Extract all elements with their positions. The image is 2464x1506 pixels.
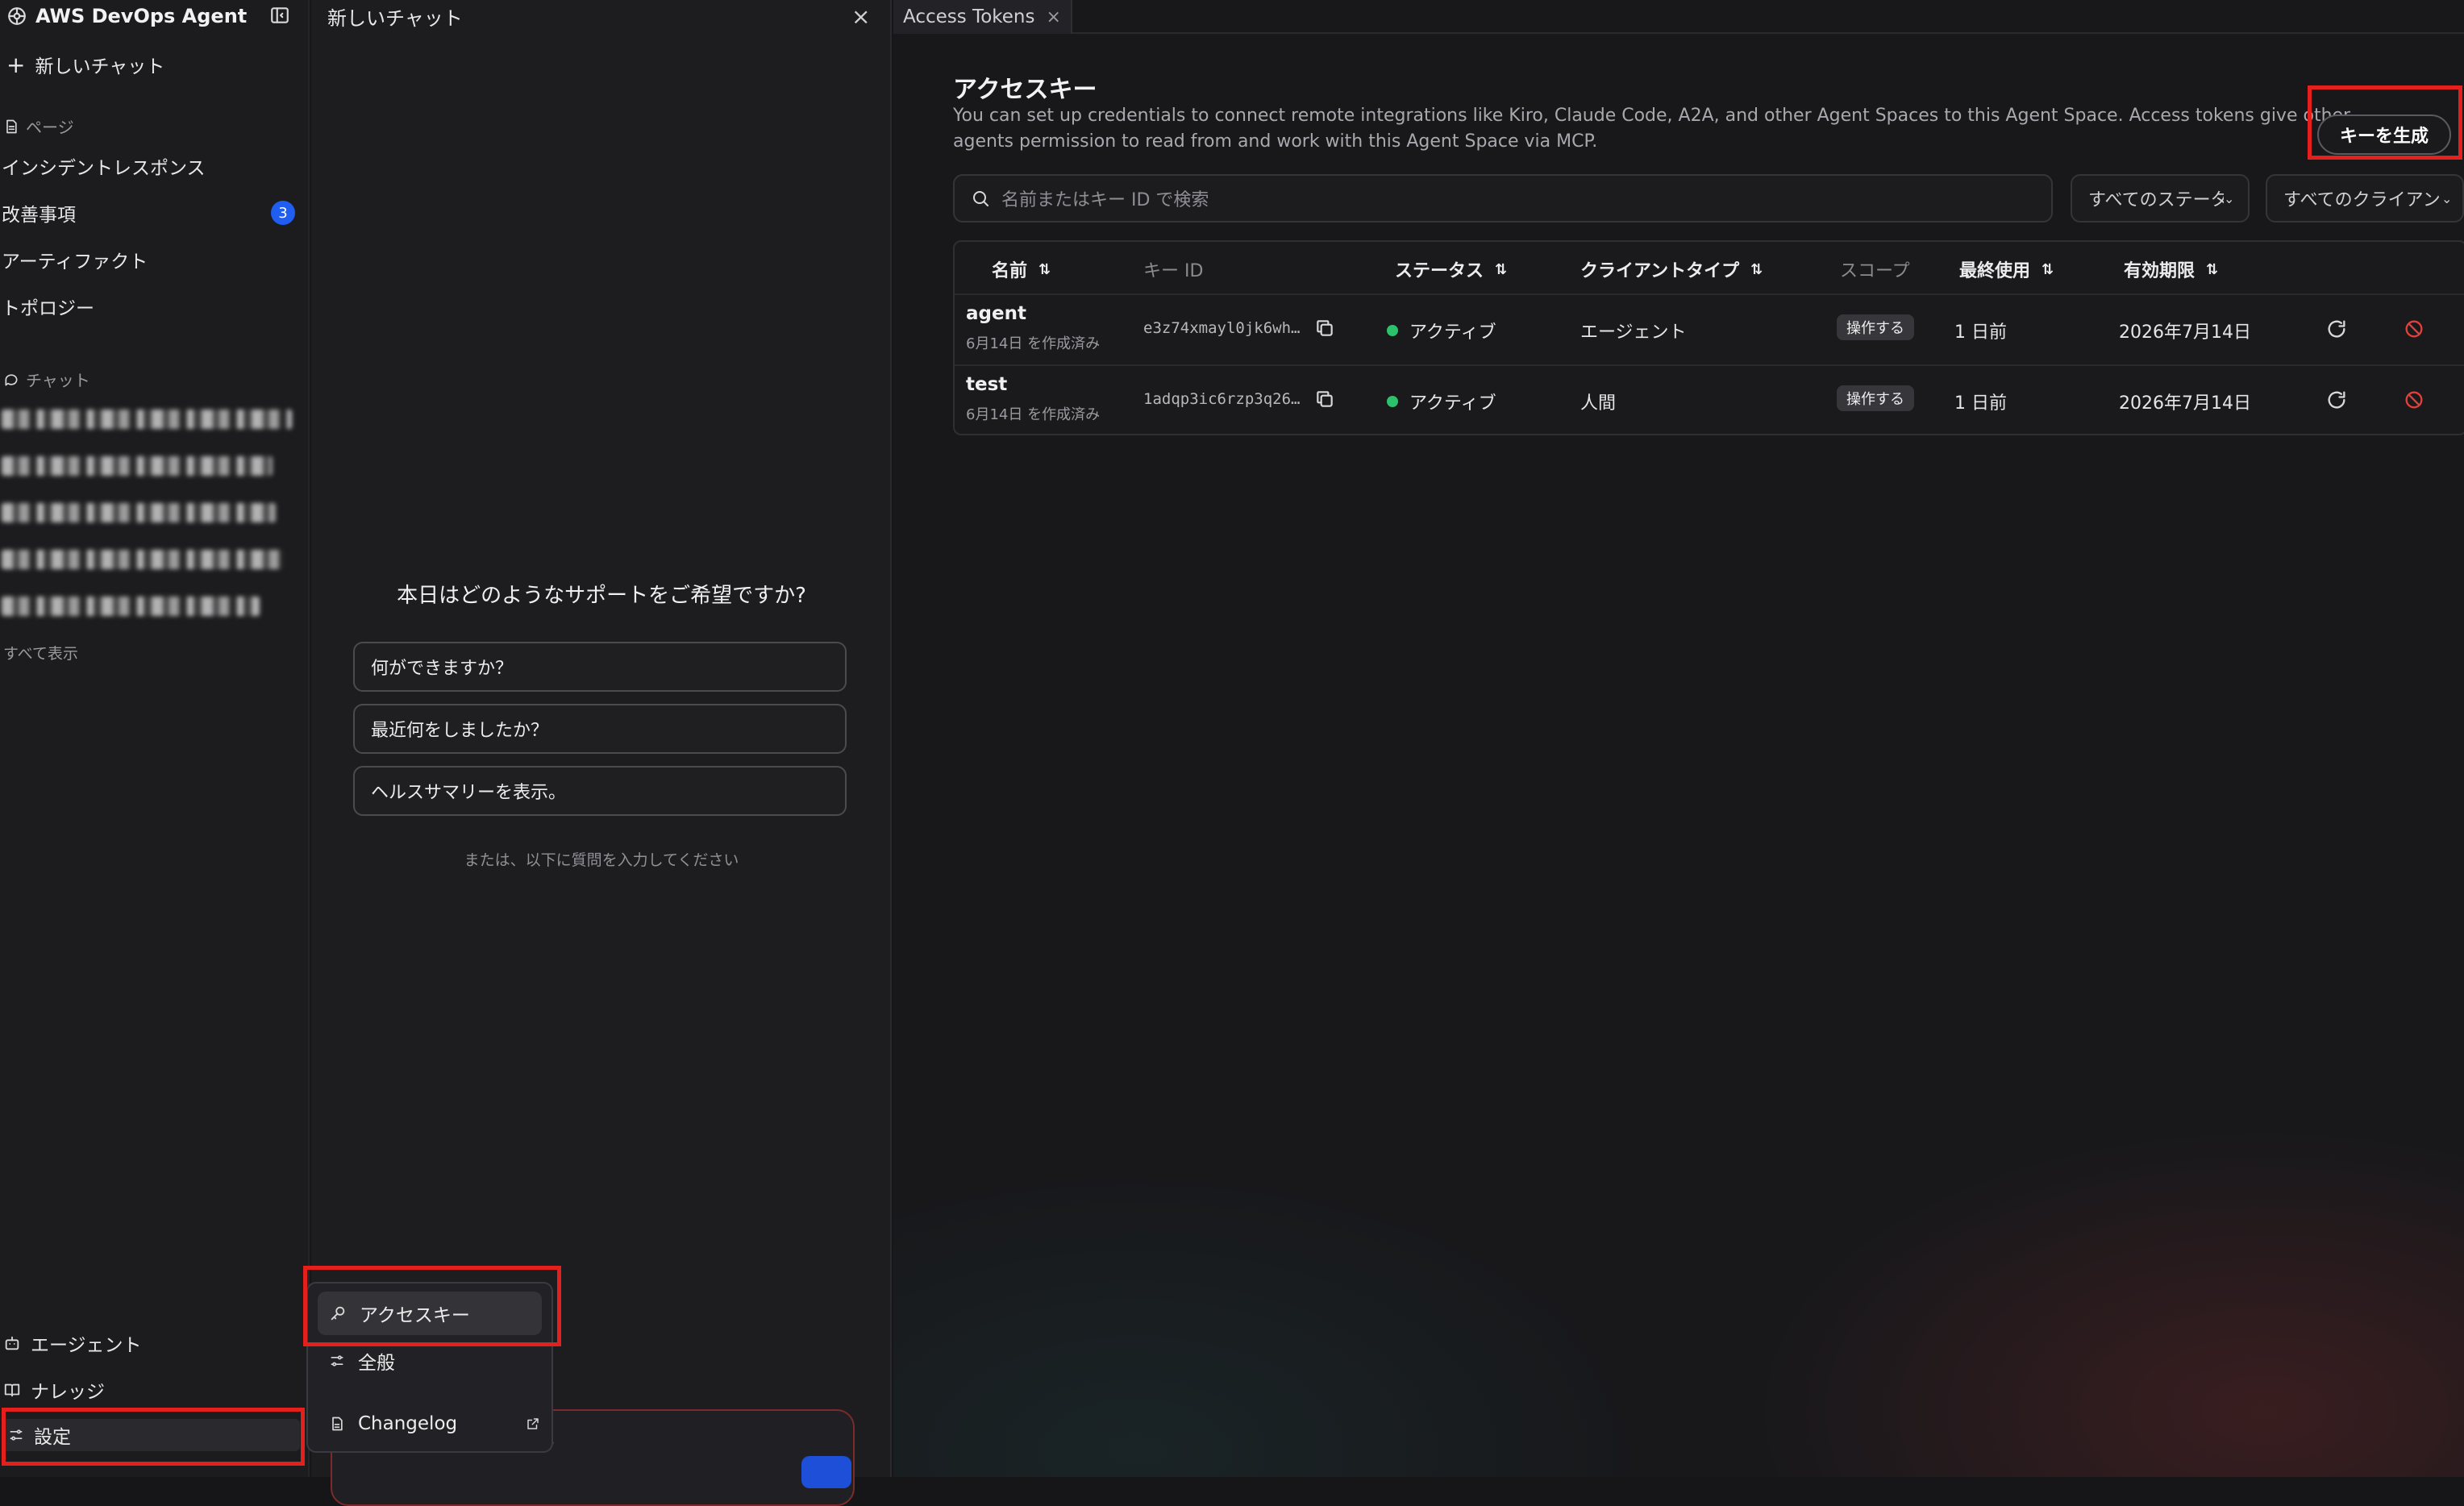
chat-section-label: チャット bbox=[3, 368, 90, 391]
key-created: 6月14日 を作成済み bbox=[966, 406, 1101, 423]
column-header-last-used[interactable]: 最終使用 ⇅ bbox=[1959, 256, 2054, 282]
chat-history-item[interactable] bbox=[2, 550, 284, 569]
column-header-name[interactable]: 名前 ⇅ bbox=[992, 256, 1051, 282]
suggestion-button[interactable]: 最近何をしましたか？ bbox=[353, 704, 847, 754]
plus-icon: + bbox=[6, 51, 26, 78]
menu-item-general[interactable]: 全般 bbox=[329, 1345, 395, 1377]
app-brand[interactable]: AWS DevOps Agent bbox=[6, 0, 247, 32]
robot-icon bbox=[5, 1336, 19, 1350]
key-name: test bbox=[966, 374, 1008, 395]
copy-icon[interactable] bbox=[1314, 318, 1335, 339]
chat-history-item[interactable] bbox=[2, 410, 292, 429]
revoke-icon[interactable] bbox=[2403, 389, 2425, 411]
scope-badge: 操作する bbox=[1837, 385, 1914, 411]
sidebar-item-knowledge[interactable]: ナレッジ bbox=[3, 1375, 105, 1404]
expires: 2026年7月14日 bbox=[2119, 322, 2251, 343]
send-button[interactable] bbox=[801, 1456, 851, 1488]
count-badge: 3 bbox=[271, 201, 295, 225]
key-id: 1adqp3ic6rzp3q26… bbox=[1143, 390, 1301, 408]
table-row[interactable]: test 6月14日 を作成済み 1adqp3ic6rzp3q26… アクティブ… bbox=[955, 364, 2464, 435]
page-description: You can set up credentials to connect re… bbox=[953, 106, 2351, 152]
client-type: 人間 bbox=[1580, 393, 1617, 414]
sort-icon: ⇅ bbox=[2206, 260, 2219, 278]
app-title: AWS DevOps Agent bbox=[35, 5, 248, 27]
chat-title: 新しいチャット bbox=[327, 6, 463, 30]
refresh-icon[interactable] bbox=[2325, 318, 2348, 340]
collapse-sidebar-icon[interactable] bbox=[269, 5, 290, 26]
sidebar-item-improvements[interactable]: 改善事項 3 bbox=[2, 198, 295, 227]
client-type: エージェント bbox=[1580, 322, 1687, 343]
last-used: 1 日前 bbox=[1954, 322, 2007, 343]
chevron-down-icon: ⌄ bbox=[2441, 190, 2453, 206]
refresh-icon[interactable] bbox=[2325, 389, 2348, 411]
main-content: Access Tokens × アクセスキー You can set up cr… bbox=[893, 0, 2464, 1477]
revoke-icon[interactable] bbox=[2403, 318, 2425, 340]
suggestion-button[interactable]: 何ができますか？ bbox=[353, 642, 847, 692]
column-header-key-id: キー ID bbox=[1143, 261, 1204, 281]
key-created: 6月14日 を作成済み bbox=[966, 335, 1101, 352]
sliders-icon bbox=[331, 1355, 343, 1367]
status-filter-select[interactable]: すべてのステータス ⌄ bbox=[2071, 174, 2250, 223]
chat-history-item[interactable] bbox=[2, 456, 273, 476]
status-dot bbox=[1387, 325, 1398, 336]
copy-icon[interactable] bbox=[1314, 389, 1335, 410]
book-icon bbox=[4, 1383, 20, 1397]
chat-welcome-prompt: 本日はどのようなサポートをご希望ですか? bbox=[397, 584, 806, 608]
key-name: agent bbox=[966, 303, 1026, 324]
chat-history-item[interactable] bbox=[2, 597, 260, 616]
page-icon bbox=[6, 119, 17, 133]
status-cell: アクティブ bbox=[1387, 389, 1496, 414]
sidebar-item-agent[interactable]: エージェント bbox=[3, 1329, 142, 1358]
tab-access-tokens[interactable]: Access Tokens × bbox=[893, 0, 1072, 34]
chat-bubble-icon bbox=[5, 373, 18, 385]
search-placeholder: 名前またはキー ID で検索 bbox=[1001, 190, 1209, 210]
chat-history-item[interactable] bbox=[2, 503, 276, 522]
key-id: e3z74xmayl0jk6wh… bbox=[1143, 319, 1301, 337]
chat-panel: 新しいチャット × 本日はどのようなサポートをご希望ですか? 何ができますか？ … bbox=[311, 0, 892, 1506]
sort-icon: ⇅ bbox=[1495, 260, 1508, 278]
scope-badge: 操作する bbox=[1837, 314, 1914, 340]
sidebar: AWS DevOps Agent + 新しいチャット ページ インシデントレスポ… bbox=[0, 0, 310, 1477]
suggestion-button[interactable]: ヘルスサマリーを表示。 bbox=[353, 766, 847, 816]
column-header-client-type[interactable]: クライアントタイプ ⇅ bbox=[1580, 256, 1763, 282]
show-all-link[interactable]: すべて表示 bbox=[3, 642, 78, 664]
status-dot bbox=[1387, 396, 1398, 407]
tab-close-icon[interactable]: × bbox=[1046, 7, 1060, 27]
sidebar-item-incident-response[interactable]: インシデントレスポンス bbox=[2, 152, 206, 181]
column-header-status[interactable]: ステータス ⇅ bbox=[1395, 256, 1507, 282]
client-type-filter-select[interactable]: すべてのクライアントタイプ ⌄ bbox=[2266, 174, 2464, 223]
sort-icon: ⇅ bbox=[1038, 260, 1051, 278]
column-header-scope: スコープ bbox=[1840, 261, 1910, 281]
search-icon bbox=[973, 191, 989, 206]
sort-icon: ⇅ bbox=[1750, 260, 1763, 278]
chevron-down-icon: ⌄ bbox=[2224, 190, 2235, 206]
close-icon[interactable]: × bbox=[851, 3, 870, 30]
sort-icon: ⇅ bbox=[2042, 260, 2054, 278]
document-icon bbox=[332, 1417, 343, 1431]
highlight-access-keys bbox=[303, 1266, 561, 1346]
highlight-generate-key bbox=[2308, 85, 2462, 160]
search-input[interactable]: 名前またはキー ID で検索 bbox=[953, 174, 2053, 223]
sidebar-item-topology[interactable]: トポロジー bbox=[2, 292, 94, 321]
expires: 2026年7月14日 bbox=[2119, 393, 2251, 414]
last-used: 1 日前 bbox=[1954, 393, 2007, 414]
status-cell: アクティブ bbox=[1387, 318, 1496, 343]
tab-bar: Access Tokens × bbox=[893, 0, 2464, 34]
pages-section-label: ページ bbox=[3, 114, 74, 138]
access-keys-table: 名前 ⇅ キー ID ステータス ⇅ クライアントタイプ ⇅ スコープ 最終使用 ⇅ 有… bbox=[953, 240, 2464, 435]
table-row[interactable]: agent 6月14日 を作成済み e3z74xmayl0jk6wh… アクティ… bbox=[955, 293, 2464, 364]
page-title: アクセスキー bbox=[953, 76, 1097, 104]
external-link-icon bbox=[527, 1418, 539, 1429]
highlight-settings bbox=[2, 1408, 305, 1466]
sidebar-item-artifacts[interactable]: アーティファクト bbox=[2, 245, 148, 274]
aws-devops-logo-icon bbox=[8, 7, 26, 25]
column-header-expires[interactable]: 有効期限 ⇅ bbox=[2124, 256, 2218, 282]
new-chat-button[interactable]: + 新しいチャット bbox=[6, 50, 164, 79]
chat-hint: または、以下に質問を入力してください bbox=[464, 851, 739, 869]
menu-item-changelog[interactable]: Changelog bbox=[329, 1408, 540, 1440]
